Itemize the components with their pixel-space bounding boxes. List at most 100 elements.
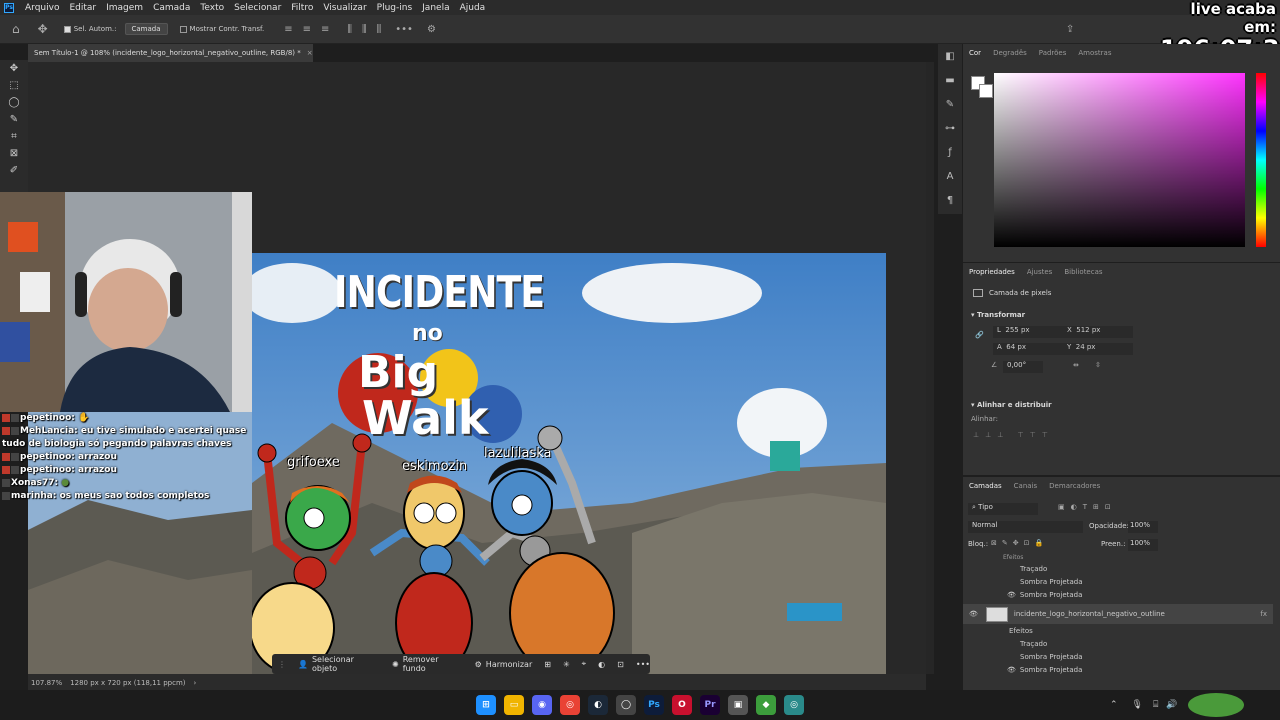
menu-item-visualizar[interactable]: Visualizar <box>318 3 371 13</box>
align-left-icon[interactable]: ≡ <box>284 24 292 35</box>
tab-cor[interactable]: Cor <box>969 49 981 57</box>
background-color-swatch[interactable] <box>979 84 993 98</box>
tab-camadas[interactable]: Camadas <box>969 482 1002 490</box>
menu-item-editar[interactable]: Editar <box>64 3 101 13</box>
more-options-icon[interactable]: ••• <box>395 24 413 35</box>
brush-select-tool-icon[interactable]: ✎ <box>0 111 28 128</box>
menu-item-imagem[interactable]: Imagem <box>101 3 148 13</box>
tab-canais[interactable]: Canais <box>1014 482 1038 490</box>
file-explorer-icon[interactable]: ▭ <box>504 695 524 715</box>
discord-icon[interactable]: ◉ <box>532 695 552 715</box>
document-image[interactable]: INCIDENTE no Big Walk grifoexe eskimozin… <box>252 253 886 675</box>
auto-select-checkbox[interactable]: Sel. Autom.: <box>63 25 117 33</box>
tab-propriedades[interactable]: Propriedades <box>969 268 1015 276</box>
transform-header[interactable]: ▾ Transformar <box>971 311 1025 319</box>
frame-tool-icon[interactable]: ⊠ <box>0 145 28 162</box>
harmonize-button[interactable]: ⚙ Harmonizar <box>475 660 533 669</box>
steam-icon[interactable]: ◐ <box>588 695 608 715</box>
layer-dropdown[interactable]: Camada <box>124 23 168 35</box>
volume-icon[interactable]: 🔊 <box>1166 700 1177 710</box>
align-top-icon[interactable]: ⫼ <box>347 24 352 35</box>
color-picker-field[interactable] <box>994 73 1245 247</box>
link-dimensions-icon[interactable]: 🔗 <box>975 331 984 339</box>
align-distribute-header[interactable]: ▾ Alinhar e distribuir <box>971 401 1052 409</box>
layer-effect-stroke[interactable]: Traçado <box>963 637 1273 650</box>
tab-bibliotecas[interactable]: Bibliotecas <box>1064 268 1102 276</box>
comments-icon[interactable]: ▬ <box>938 68 962 92</box>
remove-background-button[interactable]: ✺ Remover fundo <box>392 655 463 673</box>
layer-effect-drop-shadow-2[interactable]: 👁 Sombra Projetada <box>963 588 1273 601</box>
mic-icon[interactable]: 🎙 <box>1132 700 1143 710</box>
photoshop-taskbar-icon[interactable]: Ps <box>644 695 664 715</box>
menu-item-arquivo[interactable]: Arquivo <box>20 3 64 13</box>
height-field[interactable]: A 64 px <box>993 343 1063 355</box>
crop-tool-icon[interactable]: ⌗ <box>0 128 28 145</box>
character-icon[interactable]: A <box>938 164 962 188</box>
select-object-button[interactable]: 👤 Selecionar objeto <box>298 655 380 673</box>
layer-effect-stroke[interactable]: Traçado <box>963 562 1273 575</box>
tab-padroes[interactable]: Padrões <box>1039 49 1067 57</box>
tab-amostras[interactable]: Amostras <box>1078 49 1111 57</box>
move-tool-icon[interactable]: ✥ <box>38 22 48 36</box>
menu-item-plugins[interactable]: Plug-ins <box>372 3 418 13</box>
align-bottom-icon[interactable]: ⫼ <box>377 24 382 35</box>
move-tool-icon[interactable]: ✥ <box>0 60 28 77</box>
status-arrow-icon[interactable]: › <box>194 679 197 687</box>
angle-field[interactable]: 0,00° <box>1003 361 1043 373</box>
layer-effect-drop-shadow[interactable]: Sombra Projetada <box>963 650 1273 663</box>
flip-horizontal-icon[interactable]: ⇹ <box>1073 361 1079 369</box>
canvas-vertical-scrollbar[interactable] <box>926 62 934 674</box>
windows-start-icon[interactable]: ⊞ <box>476 695 496 715</box>
align-middle-icon[interactable]: ⫼ <box>362 24 367 35</box>
tray-chevron-icon[interactable]: ⌃ <box>1110 700 1118 710</box>
blend-mode-dropdown[interactable]: Normal <box>968 521 1083 533</box>
tab-degrades[interactable]: Degradês <box>993 49 1027 57</box>
menu-item-janela[interactable]: Janela <box>417 3 454 13</box>
lasso-tool-icon[interactable]: ◯ <box>0 94 28 111</box>
menu-item-filtro[interactable]: Filtro <box>286 3 318 13</box>
fill-field[interactable]: 100% <box>1128 539 1158 551</box>
visibility-eye-icon[interactable]: 👁 <box>969 610 978 618</box>
hue-slider[interactable] <box>1256 73 1266 247</box>
home-icon[interactable]: ⌂ <box>12 22 20 36</box>
tab-ajustes[interactable]: Ajustes <box>1027 268 1053 276</box>
layer-name[interactable]: incidente_logo_horizontal_negativo_outli… <box>1014 610 1165 618</box>
align-buttons[interactable]: ⊥⊥⊥ ⊤⊤⊤ <box>973 431 1054 439</box>
menu-item-selecionar[interactable]: Selecionar <box>229 3 286 13</box>
fx-badge-icon[interactable]: fx <box>1260 610 1267 618</box>
layer-row-selected[interactable]: 👁 incidente_logo_horizontal_negativo_out… <box>963 604 1273 624</box>
network-icon[interactable]: ⌸ <box>1153 700 1158 710</box>
align-right-icon[interactable]: ≡ <box>321 24 329 35</box>
marquee-tool-icon[interactable]: ⬚ <box>0 77 28 94</box>
align-center-icon[interactable]: ≡ <box>303 24 311 35</box>
lock-icons[interactable]: ⊠✎✥⊡🔒 <box>991 539 1048 547</box>
brush-icon[interactable]: ✎ <box>938 92 962 116</box>
layer-effects-row[interactable]: Efeitos <box>963 624 1273 637</box>
minecraft-icon[interactable]: ◆ <box>756 695 776 715</box>
fx-icon[interactable]: ƒ <box>938 140 962 164</box>
task-icon-4[interactable]: ◐ <box>598 660 605 669</box>
chrome-icon[interactable]: ◎ <box>560 695 580 715</box>
task-icon-2[interactable]: ✳ <box>563 660 570 669</box>
x-field[interactable]: X 512 px <box>1063 326 1133 338</box>
menu-item-camada[interactable]: Camada <box>148 3 195 13</box>
paragraph-icon[interactable]: ¶ <box>938 188 962 212</box>
show-transform-checkbox[interactable]: Mostrar Contr. Transf. <box>179 25 264 33</box>
task-icon-3[interactable]: ⌖ <box>582 659 587 669</box>
app-icon-9[interactable]: ▣ <box>728 695 748 715</box>
drag-handle-icon[interactable]: ⋮ <box>278 660 286 669</box>
document-tab[interactable]: Sem Título-1 @ 108% (incidente_logo_hori… <box>28 44 313 62</box>
tab-demarcadores[interactable]: Demarcadores <box>1049 482 1100 490</box>
task-icon-5[interactable]: ⊡ <box>617 660 624 669</box>
menu-item-texto[interactable]: Texto <box>195 3 229 13</box>
menu-item-ajuda[interactable]: Ajuda <box>455 3 491 13</box>
app-icon-11[interactable]: ◎ <box>784 695 804 715</box>
task-icon-1[interactable]: ⊞ <box>544 660 551 669</box>
opacity-field[interactable]: 100% <box>1128 521 1158 533</box>
layer-effect-drop-shadow-2[interactable]: 👁 Sombra Projetada <box>963 663 1273 676</box>
layer-effect-drop-shadow[interactable]: Sombra Projetada <box>963 575 1273 588</box>
adjustments-icon[interactable]: ⊶ <box>938 116 962 140</box>
color-panel-icon[interactable]: ◧ <box>938 44 962 68</box>
share-icon[interactable]: ⇪ <box>1066 24 1074 35</box>
flip-vertical-icon[interactable]: ⇳ <box>1095 361 1101 369</box>
